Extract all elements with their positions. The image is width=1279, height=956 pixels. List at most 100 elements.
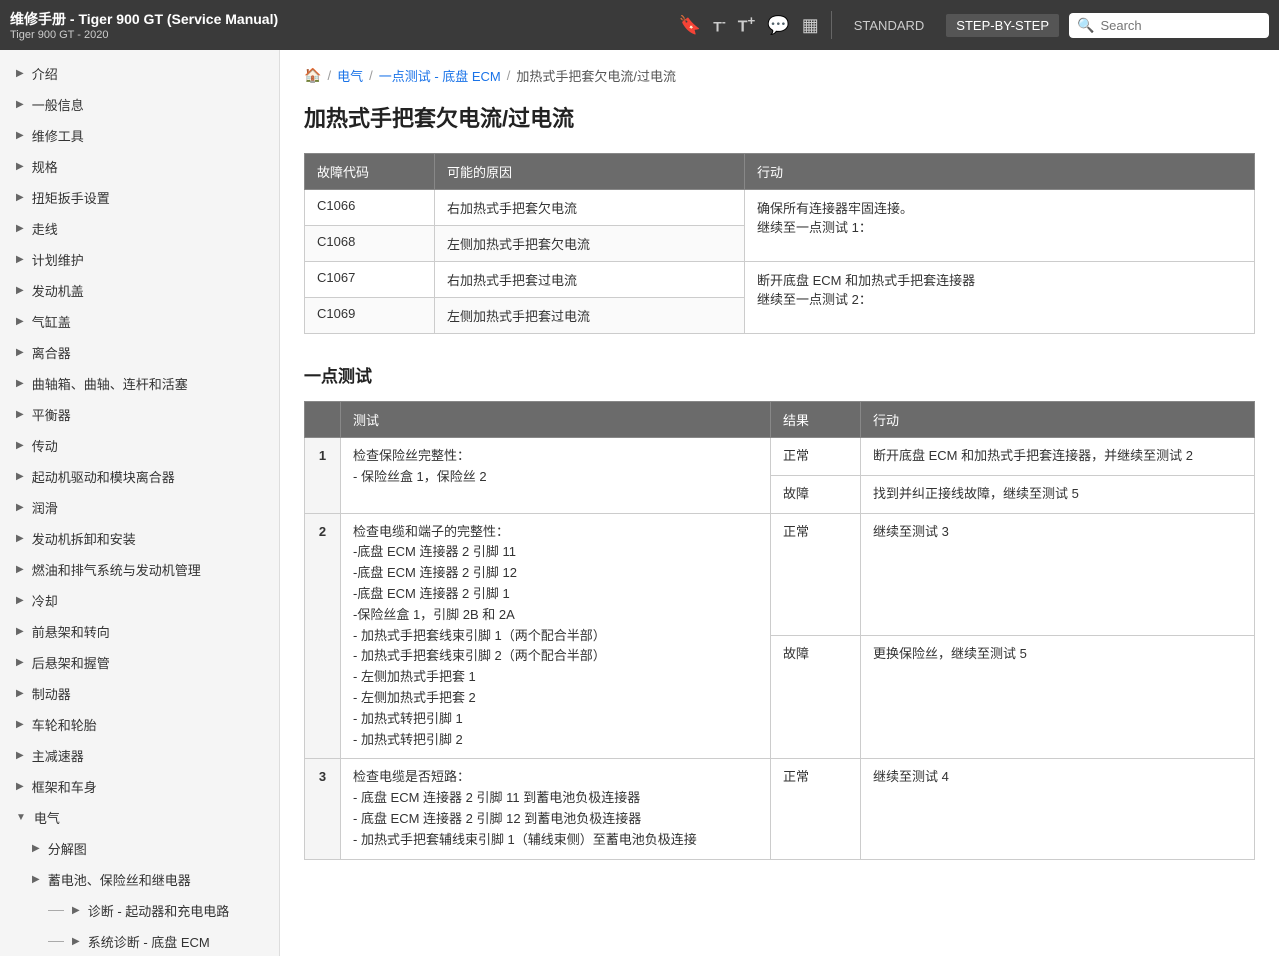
sidebar-item-27[interactable]: ▶诊断 - 起动器和充电电路 (0, 895, 279, 926)
sidebar-arrow-11: ▶ (16, 409, 24, 420)
sidebar-item-22[interactable]: ▶主减速器 (0, 740, 279, 771)
sidebar-item-24[interactable]: ▼电气 (0, 802, 279, 833)
app-title: 维修手册 - Tiger 900 GT (Service Manual) (10, 9, 669, 29)
sidebar-item-18[interactable]: ▶ 前悬架和转向 (0, 616, 279, 647)
title-area: 维修手册 - Tiger 900 GT (Service Manual) Tig… (10, 9, 669, 41)
sidebar-label-20: 制动器 (32, 684, 71, 703)
sidebar-label-24: 电气 (34, 808, 60, 827)
sidebar-item-2[interactable]: ▶ 维修工具 (0, 120, 279, 151)
sidebar-label-25: 分解图 (48, 839, 87, 858)
view-step-button[interactable]: STEP-BY-STEP (946, 14, 1059, 37)
sidebar-arrow-0: ▶ (16, 68, 24, 79)
sidebar-arrow-12: ▶ (16, 440, 24, 451)
sidebar-item-11[interactable]: ▶平衡器 (0, 399, 279, 430)
table-row: 3检查电缆是否短路：- 底盘 ECM 连接器 2 引脚 11 到蓄电池负极连接器… (305, 759, 1255, 859)
sidebar-arrow-20: ▶ (16, 688, 24, 699)
search-icon: 🔍 (1077, 17, 1094, 34)
sidebar-label-4: 扭矩扳手设置 (32, 188, 110, 207)
home-icon[interactable]: 🏠 (304, 67, 321, 84)
sidebar-label-18: 前悬架和转向 (32, 622, 110, 641)
sidebar-arrow-18: ▶ (16, 626, 24, 637)
sidebar-item-4[interactable]: ▶ 扭矩扳手设置 (0, 182, 279, 213)
breadcrumb-sep-3: / (507, 68, 511, 83)
sidebar-item-19[interactable]: ▶后悬架和握管 (0, 647, 279, 678)
sidebar-item-13[interactable]: ▶起动机驱动和模块离合器 (0, 461, 279, 492)
test-table: 测试 结果 行动 1检查保险丝完整性：- 保险丝盒 1，保险丝 2正常断开底盘 … (304, 401, 1255, 860)
sidebar-label-7: 发动机盖 (32, 281, 84, 300)
test-col-num (305, 402, 341, 438)
sidebar-arrow-4: ▶ (16, 192, 24, 203)
sidebar-arrow-27: ▶ (72, 905, 80, 916)
font-increase-icon[interactable]: T+ (738, 13, 756, 36)
sidebar-item-5[interactable]: ▶走线 (0, 213, 279, 244)
breadcrumb-sep-2: / (369, 68, 373, 83)
sidebar-item-10[interactable]: ▶曲轴箱、曲轴、连杆和活塞 (0, 368, 279, 399)
sidebar-item-1[interactable]: ▶一般信息 (0, 89, 279, 120)
sidebar-label-8: 气缸盖 (32, 312, 71, 331)
sidebar-arrow-25: ▶ (32, 843, 40, 854)
breadcrumb-electrical[interactable]: 电气 (337, 66, 363, 85)
test-result-0-1: 故障 (771, 475, 861, 513)
view-standard-button[interactable]: STANDARD (844, 14, 935, 37)
sidebar-item-0[interactable]: ▶ 介绍 (0, 58, 279, 89)
sidebar-item-26[interactable]: ▶ 蓄电池、保险丝和继电器 (0, 864, 279, 895)
sidebar-arrow-2: ▶ (16, 130, 24, 141)
comment-icon[interactable]: 💬 (767, 15, 789, 36)
sidebar-label-26: 蓄电池、保险丝和继电器 (48, 870, 191, 889)
topbar: 维修手册 - Tiger 900 GT (Service Manual) Tig… (0, 0, 1279, 50)
fault-col-cause: 可能的原因 (435, 154, 745, 190)
sidebar-item-14[interactable]: ▶润滑 (0, 492, 279, 523)
test-content-0: 检查保险丝完整性：- 保险丝盒 1，保险丝 2 (341, 438, 771, 514)
sidebar-item-9[interactable]: ▶离合器 (0, 337, 279, 368)
sidebar-arrow-3: ▶ (16, 161, 24, 172)
sidebar-item-20[interactable]: ▶ 制动器 (0, 678, 279, 709)
sidebar-item-3[interactable]: ▶规格 (0, 151, 279, 182)
sidebar-item-15[interactable]: ▶发动机拆卸和安装 (0, 523, 279, 554)
test-num-1: 2 (305, 513, 341, 759)
search-box: 🔍 (1069, 13, 1269, 38)
sidebar-label-2: 维修工具 (32, 126, 84, 145)
sidebar-label-12: 传动 (32, 436, 58, 455)
test-action-1-0: 继续至测试 3 (861, 513, 1255, 636)
test-col-result: 结果 (771, 402, 861, 438)
sidebar-item-8[interactable]: ▶ 气缸盖 (0, 306, 279, 337)
sidebar-label-6: 计划维护 (32, 250, 84, 269)
sidebar-arrow-26: ▶ (32, 874, 40, 885)
sidebar-label-21: 车轮和轮胎 (32, 715, 97, 734)
sidebar-item-21[interactable]: ▶车轮和轮胎 (0, 709, 279, 740)
page-title: 加热式手把套欠电流/过电流 (304, 101, 1255, 133)
sidebar-item-28[interactable]: ▶系统诊断 - 底盘 ECM (0, 926, 279, 956)
breadcrumb-test[interactable]: 一点测试 - 底盘 ECM (379, 66, 501, 85)
sidebar-item-12[interactable]: ▶ 传动 (0, 430, 279, 461)
sidebar-arrow-23: ▶ (16, 781, 24, 792)
sidebar-item-25[interactable]: ▶ 分解图 (0, 833, 279, 864)
search-input[interactable] (1100, 18, 1261, 33)
bookmark-icon[interactable]: 🔖 (679, 15, 701, 36)
sidebar-connector (48, 910, 64, 911)
sidebar-item-7[interactable]: ▶ 发动机盖 (0, 275, 279, 306)
test-num-2: 3 (305, 759, 341, 859)
sidebar-arrow-8: ▶ (16, 316, 24, 327)
sidebar-item-6[interactable]: ▶计划维护 (0, 244, 279, 275)
breadcrumb-current: 加热式手把套欠电流/过电流 (516, 66, 676, 85)
sidebar-arrow-22: ▶ (16, 750, 24, 761)
sidebar-item-16[interactable]: ▶燃油和排气系统与发动机管理 (0, 554, 279, 585)
fault-col-action: 行动 (745, 154, 1255, 190)
layout-icon[interactable]: ▦ (802, 15, 819, 36)
breadcrumb: 🏠 / 电气 / 一点测试 - 底盘 ECM / 加热式手把套欠电流/过电流 (304, 66, 1255, 85)
table-row: 1检查保险丝完整性：- 保险丝盒 1，保险丝 2正常断开底盘 ECM 和加热式手… (305, 438, 1255, 476)
sidebar-item-17[interactable]: ▶冷却 (0, 585, 279, 616)
sidebar-item-23[interactable]: ▶框架和车身 (0, 771, 279, 802)
sidebar-arrow-7: ▶ (16, 285, 24, 296)
main-content: 🏠 / 电气 / 一点测试 - 底盘 ECM / 加热式手把套欠电流/过电流 加… (280, 50, 1279, 956)
test-action-0-1: 找到并纠正接线故障，继续至测试 5 (861, 475, 1255, 513)
sidebar-arrow-10: ▶ (16, 378, 24, 389)
font-decrease-icon[interactable]: T- (713, 16, 725, 35)
test-col-test: 测试 (341, 402, 771, 438)
sidebar-arrow-17: ▶ (16, 595, 24, 606)
test-action-0-0: 断开底盘 ECM 和加热式手把套连接器，并继续至测试 2 (861, 438, 1255, 476)
test-num-0: 1 (305, 438, 341, 514)
fault-col-code: 故障代码 (305, 154, 435, 190)
sidebar-label-28: 系统诊断 - 底盘 ECM (88, 932, 210, 951)
sidebar-label-0: 介绍 (32, 64, 58, 83)
